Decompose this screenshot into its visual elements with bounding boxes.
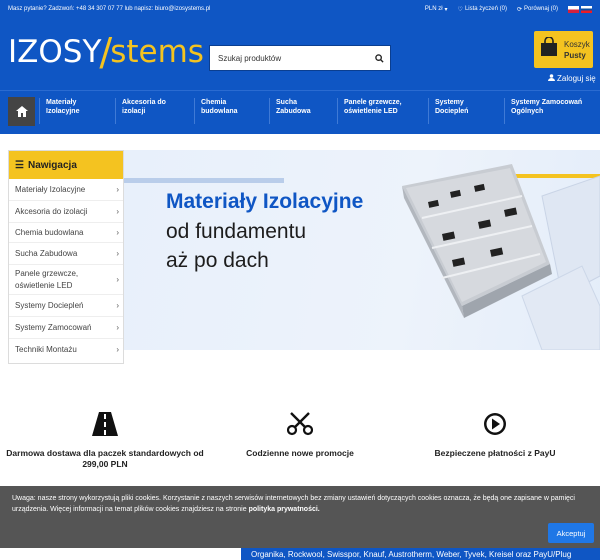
refresh-icon: ⟳ bbox=[516, 6, 522, 13]
sidebar-title: Nawigacja bbox=[27, 159, 77, 171]
chevron-right-icon: › bbox=[116, 184, 119, 194]
currency-selector[interactable]: PLN zł ▾ bbox=[425, 6, 448, 13]
banner-subline-1: od fundamentu bbox=[166, 220, 307, 243]
sidebar-item-label: Sucha Zabudowa bbox=[15, 248, 78, 258]
cookie-message: Uwaga: nasze strony wykorzystują pliki c… bbox=[12, 493, 582, 515]
home-button[interactable] bbox=[8, 97, 35, 126]
feature-label: Codzienne nowe promocje bbox=[246, 448, 354, 458]
sidebar-item-label: Materiały Izolacyjne bbox=[15, 184, 86, 194]
banner-headline: Materiały Izolacyjne bbox=[166, 190, 364, 213]
header: IZOSY/stems Koszyk Pusty Zaloguj się bbox=[0, 18, 600, 90]
main-nav: Materiały Izolacyjne Akcesoria do izolac… bbox=[0, 90, 600, 134]
nav-item-docieplenia[interactable]: Systemy Dociepleń bbox=[428, 98, 496, 124]
sidebar-item-sucha-zabudowa[interactable]: Sucha Zabudowa › bbox=[9, 243, 123, 265]
sidebar-item-materialy[interactable]: Materiały Izolacyjne › bbox=[9, 179, 123, 201]
sidebar-item-panele[interactable]: Panele grzewcze, oświetlenie LED › bbox=[9, 265, 123, 295]
compare-link[interactable]: ⟳ Porównaj (0) bbox=[517, 6, 558, 13]
banner-subline-2: aż po dach bbox=[166, 249, 269, 272]
language-flags bbox=[568, 5, 592, 13]
chevron-right-icon: › bbox=[116, 206, 119, 216]
top-bar: Masz pytanie? Zadzwoń: +48 34 307 07 77 … bbox=[0, 0, 600, 18]
compare-label: Porównaj (0) bbox=[523, 6, 558, 12]
insulation-boards-image bbox=[402, 164, 600, 350]
login-link[interactable]: Zaloguj się bbox=[548, 74, 596, 83]
category-sidebar: ☰ Nawigacja Materiały Izolacyjne › Akceso… bbox=[8, 150, 124, 364]
nav-item-sucha-zabudowa[interactable]: Sucha Zabudowa bbox=[269, 98, 329, 124]
features-row: Darmowa dostawa dla paczek standardowych… bbox=[0, 400, 600, 480]
cart-status: Pusty bbox=[564, 50, 586, 60]
nav-item-chemia[interactable]: Chemia budowlana bbox=[194, 98, 258, 124]
sidebar-item-label: Systemy Zamocowań bbox=[15, 322, 92, 332]
feature-secure-payments: Bezpieczene płatności z PayU bbox=[395, 410, 595, 459]
feature-label: Darmowa dostawa dla paczek standardowych… bbox=[6, 448, 204, 469]
sidebar-item-techniki[interactable]: Techniki Montażu › bbox=[9, 339, 123, 361]
brands-strip: Organika, Rockwool, Swisspor, Knauf, Aus… bbox=[241, 548, 600, 560]
sidebar-item-label: Panele grzewcze, oświetlenie LED bbox=[15, 268, 79, 290]
nav-item-zamocowania[interactable]: Systemy Zamocowań Ogólnych bbox=[504, 98, 594, 124]
logo-text-part2: stems bbox=[110, 34, 204, 70]
wishlist-label: Lista życzeń (0) bbox=[464, 6, 507, 12]
sidebar-item-label: Akcesoria do izolacji bbox=[15, 206, 88, 216]
polish-flag-icon[interactable] bbox=[568, 5, 579, 13]
hero-banner[interactable]: Materiały Izolacyjne od fundamentu aż po… bbox=[124, 150, 600, 350]
cookie-banner: Uwaga: nasze strony wykorzystują pliki c… bbox=[0, 486, 600, 548]
chevron-right-icon: › bbox=[116, 300, 119, 310]
chevron-right-icon: › bbox=[116, 248, 119, 258]
wishlist-link[interactable]: ♡ Lista życzeń (0) bbox=[458, 6, 507, 13]
sidebar-item-akcesoria[interactable]: Akcesoria do izolacji › bbox=[9, 201, 123, 223]
feature-daily-promotions: Codzienne nowe promocje bbox=[200, 410, 400, 459]
sidebar-item-label: Systemy Dociepleń bbox=[15, 300, 84, 310]
logo[interactable]: IZOSY / stems bbox=[8, 30, 204, 74]
road-icon bbox=[5, 410, 205, 438]
sidebar-item-zamocowania[interactable]: Systemy Zamocowań › bbox=[9, 317, 123, 339]
scissors-icon bbox=[200, 410, 400, 438]
slovak-flag-icon[interactable] bbox=[581, 5, 592, 13]
chevron-right-icon: › bbox=[116, 227, 119, 237]
contact-info: Masz pytanie? Zadzwoń: +48 34 307 07 77 … bbox=[8, 6, 211, 12]
cart-button[interactable]: Koszyk Pusty bbox=[534, 31, 593, 68]
search-box bbox=[209, 45, 391, 71]
heart-icon: ♡ bbox=[457, 6, 463, 13]
accept-cookies-button[interactable]: Akceptuj bbox=[548, 523, 594, 543]
nav-item-materialy[interactable]: Materiały Izolacyjne bbox=[39, 98, 109, 124]
menu-icon: ☰ bbox=[15, 159, 24, 171]
nav-item-akcesoria[interactable]: Akcesoria do izolacji bbox=[115, 98, 185, 124]
sidebar-item-chemia[interactable]: Chemia budowlana › bbox=[9, 223, 123, 243]
privacy-policy-link[interactable]: polityka prywatności. bbox=[249, 506, 320, 513]
login-label: Zaloguj się bbox=[557, 74, 596, 83]
logo-text-part1: IZOSY bbox=[8, 34, 102, 70]
cart-title: Koszyk bbox=[564, 39, 590, 49]
sidebar-item-label: Techniki Montażu bbox=[15, 345, 77, 354]
sidebar-header: ☰ Nawigacja bbox=[9, 151, 123, 179]
banner-stripe-left bbox=[124, 178, 284, 183]
search-input[interactable] bbox=[210, 46, 368, 70]
currency-label: PLN zł bbox=[424, 6, 443, 12]
chevron-right-icon: › bbox=[116, 322, 119, 332]
shopping-bag-icon bbox=[540, 36, 558, 62]
feature-free-delivery: Darmowa dostawa dla paczek standardowych… bbox=[5, 410, 205, 470]
play-circle-icon bbox=[395, 410, 595, 438]
chevron-right-icon: › bbox=[116, 345, 119, 354]
search-icon[interactable] bbox=[368, 46, 390, 70]
sidebar-item-label: Chemia budowlana bbox=[15, 227, 84, 237]
chevron-down-icon: ▾ bbox=[444, 6, 448, 13]
nav-item-panele[interactable]: Panele grzewcze, oświetlenie LED bbox=[337, 98, 423, 124]
chevron-right-icon: › bbox=[116, 274, 119, 284]
home-icon bbox=[15, 106, 28, 117]
sidebar-item-docieplenia[interactable]: Systemy Dociepleń › bbox=[9, 295, 123, 317]
user-icon bbox=[548, 74, 555, 83]
feature-label: Bezpieczene płatności z PayU bbox=[434, 448, 556, 458]
